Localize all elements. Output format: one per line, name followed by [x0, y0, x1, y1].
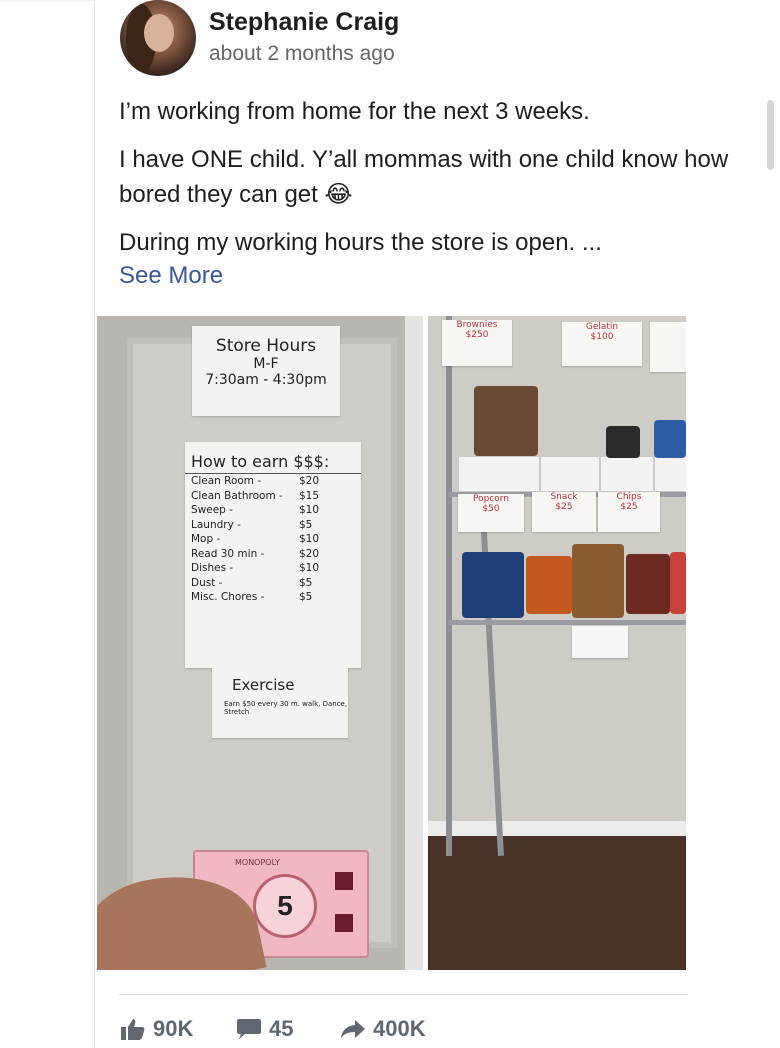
price-label [572, 626, 628, 658]
author-name[interactable]: Stephanie Craig [209, 8, 399, 37]
chore-pay: $5 [299, 591, 313, 603]
post-paragraph-1: I’m working from home for the next 3 wee… [119, 98, 590, 125]
chore-task: Misc. Chores - [191, 591, 265, 603]
chore-row: Sweep - $10 [185, 503, 361, 518]
share-button[interactable]: 400K [341, 1016, 426, 1042]
comment-count: 45 [269, 1016, 294, 1041]
chips-bag [670, 552, 686, 614]
snack-pack [606, 426, 640, 458]
price-label: Gelatin $100 [562, 322, 642, 366]
label-name: Gelatin [585, 322, 619, 332]
label-price: $25 [555, 502, 573, 512]
exercise-note: Exercise Earn $50 every 30 m. walk, Danc… [212, 668, 348, 738]
earn-title: How to earn $$$: [185, 442, 361, 474]
chore-task: Dishes - [191, 562, 234, 574]
photo-door-notes[interactable]: Store Hours M-F 7:30am - 4:30pm How to e… [97, 316, 423, 970]
chore-row: Read 30 min - $20 [185, 547, 361, 562]
chore-task: Sweep - [191, 504, 233, 516]
chore-pay: $10 [299, 562, 320, 574]
chore-pay: $5 [299, 576, 313, 589]
chore-task: Clean Bathroom - [191, 489, 283, 502]
chore-task: Laundry - [191, 518, 241, 531]
chore-row: Clean Room - $20 [185, 474, 361, 489]
avatar[interactable] [120, 0, 196, 76]
chore-row: Dust - $5 [185, 576, 361, 591]
basket [458, 456, 540, 492]
chore-task: Clean Room - [191, 475, 262, 487]
chore-pay: $15 [299, 489, 320, 502]
chips-bag [626, 554, 670, 614]
chore-pay: $5 [299, 518, 313, 531]
money-corner [335, 914, 353, 932]
like-count: 90K [153, 1016, 194, 1041]
chore-row: Dishes - $10 [185, 561, 361, 576]
share-arrow-icon [341, 1020, 365, 1038]
see-more-link[interactable]: See More [119, 262, 223, 290]
price-label: Chips $25 [598, 492, 660, 532]
label-price: $100 [590, 332, 614, 342]
actions-divider [119, 994, 687, 995]
comment-icon [237, 1019, 261, 1039]
chore-row: Laundry - $5 [185, 518, 361, 533]
price-label-partial [650, 322, 686, 372]
post-paragraph-3: During my working hours the store is ope… [119, 229, 602, 256]
label-name: Snack [550, 492, 578, 502]
money-brand: MONOPOLY [235, 858, 280, 867]
chore-task: Read 30 min - [191, 547, 265, 560]
label-name: Chips [616, 492, 642, 502]
label-name: Popcorn [472, 494, 510, 504]
store-hours-note: Store Hours M-F 7:30am - 4:30pm [192, 326, 340, 416]
store-hours-title: Store Hours [215, 336, 317, 356]
avatar-face [144, 14, 174, 52]
exercise-title: Exercise [232, 676, 295, 694]
wood-floor [428, 836, 686, 970]
chips-bag [526, 556, 572, 614]
exercise-detail: Earn $50 every 30 m. walk, Dance, Stretc… [224, 700, 348, 716]
price-label: Popcorn $50 [458, 494, 524, 532]
thumbs-up-icon [121, 1019, 145, 1040]
basket [654, 456, 686, 492]
price-label: Brownies $250 [442, 320, 512, 366]
post-paragraph-2: I have ONE child. Y’all mommas with one … [119, 146, 729, 208]
chips-bag [462, 552, 524, 618]
photo-snack-shelf[interactable]: Brownies $250 Gelatin $100 Popcorn $50 S… [428, 316, 686, 970]
chore-pay: $10 [299, 504, 320, 516]
snack-pack [654, 420, 686, 458]
scrollbar[interactable] [767, 100, 774, 170]
door-frame [405, 316, 423, 970]
comment-button[interactable]: 45 [237, 1016, 293, 1042]
store-hours-days: M-F [253, 356, 279, 372]
shelf [448, 620, 686, 625]
price-label: Snack $25 [532, 492, 596, 532]
label-price: $250 [465, 330, 489, 340]
post-timestamp[interactable]: about 2 months ago [209, 42, 395, 66]
brownies-box [474, 386, 538, 456]
basket [600, 456, 654, 492]
chore-row: Clean Bathroom - $15 [185, 489, 361, 504]
share-count: 400K [373, 1016, 426, 1041]
how-to-earn-note: How to earn $$$: Clean Room - $20 Clean B… [185, 442, 361, 668]
like-button[interactable]: 90K [121, 1016, 193, 1042]
money-value: 5 [253, 874, 317, 938]
chore-row: Mop - $10 [185, 532, 361, 547]
shelf-pole [446, 316, 452, 856]
chore-pay: $10 [299, 533, 320, 545]
store-hours-time: 7:30am - 4:30pm [205, 372, 327, 388]
chore-row: Misc. Chores - $5 [185, 590, 361, 605]
feed-post: Stephanie Craig about 2 months ago I’m w… [94, 0, 780, 1048]
money-corner [335, 872, 353, 890]
label-name: Brownies [456, 320, 498, 330]
chore-pay: $20 [299, 475, 320, 487]
label-price: $25 [620, 502, 638, 512]
basket [540, 456, 600, 492]
chore-task: Mop - [191, 533, 221, 545]
chore-pay: $20 [299, 547, 320, 560]
chore-task: Dust - [191, 576, 223, 589]
label-price: $50 [482, 504, 500, 514]
chips-bag [572, 544, 624, 618]
